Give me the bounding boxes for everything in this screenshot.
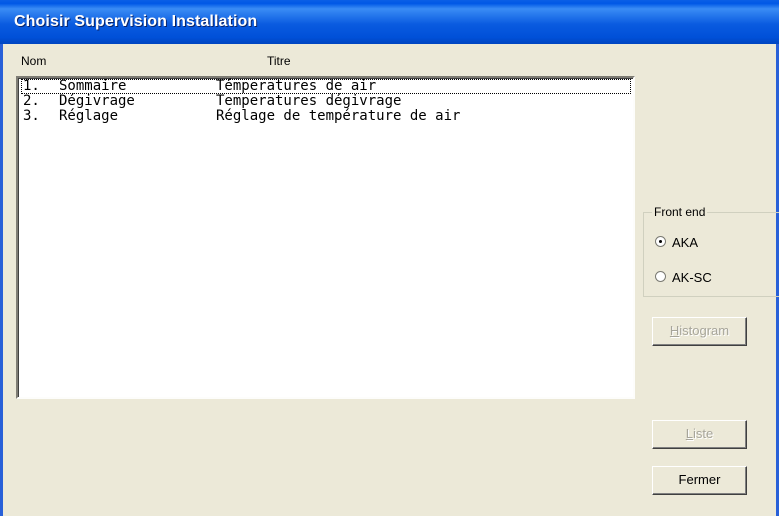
radio-aka-label: AKA: [672, 235, 699, 250]
fermer-button[interactable]: Fermer: [652, 466, 747, 495]
list-item[interactable]: 1. Sommaire Témperatures de air: [21, 79, 631, 94]
installation-listbox[interactable]: 1. Sommaire Témperatures de air 2. Dégiv…: [16, 76, 635, 399]
liste-button-label: iste: [693, 426, 714, 441]
liste-button[interactable]: Liste: [652, 420, 747, 449]
list-item-nom: Sommaire: [59, 78, 127, 94]
radio-ak-sc-label: AK-SC: [672, 270, 712, 285]
radio-aka-indicator[interactable]: [655, 236, 666, 247]
list-item-nom: Dégivrage: [59, 93, 135, 109]
radio-ak-sc-indicator[interactable]: [655, 271, 666, 282]
liste-button-accel: L: [685, 426, 693, 441]
column-header-nom: Nom: [21, 54, 47, 68]
histogram-button-label: istogram: [679, 323, 730, 338]
list-item-titre: Réglage de température de air: [216, 108, 461, 124]
window-title: Choisir Supervision Installation: [14, 13, 258, 30]
window-frame-left: [0, 44, 3, 516]
list-item-titre: Témperatures de air: [216, 78, 377, 94]
front-end-groupbox: Front end AKA AK-SC: [643, 205, 779, 297]
list-item-number: 1.: [23, 78, 40, 94]
list-item[interactable]: 3. Réglage Réglage de température de air: [21, 109, 631, 124]
histogram-button-accel: H: [669, 323, 680, 338]
title-bar[interactable]: Choisir Supervision Installation: [0, 0, 779, 44]
front-end-legend: Front end: [652, 205, 708, 219]
fermer-button-label: Fermer: [678, 472, 721, 487]
list-item[interactable]: 2. Dégivrage Temperatures dégivrage: [21, 94, 631, 109]
list-item-number: 2.: [23, 93, 40, 109]
list-item-nom: Réglage: [59, 108, 119, 124]
histogram-button[interactable]: Histogram: [652, 317, 747, 346]
dialog-window: Choisir Supervision Installation Nom Tit…: [0, 0, 779, 516]
column-header-titre: Titre: [267, 54, 291, 68]
list-item-number: 3.: [23, 108, 40, 124]
list-item-titre: Temperatures dégivrage: [216, 93, 402, 109]
